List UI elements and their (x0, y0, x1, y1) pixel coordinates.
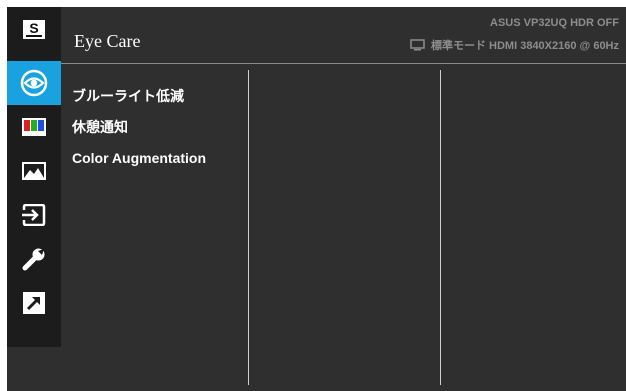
shortcut-icon (23, 292, 45, 314)
sidebar: S (7, 7, 61, 347)
sidebar-item-color[interactable] (7, 105, 61, 149)
input-icon (22, 204, 46, 226)
column-divider-1 (248, 70, 249, 385)
sidebar-item-eye-care[interactable] (7, 61, 61, 105)
column-divider-2 (440, 70, 441, 385)
header-divider (61, 63, 626, 64)
wrench-icon (22, 248, 45, 271)
image-icon (22, 162, 46, 180)
eye-icon (20, 69, 48, 97)
sidebar-spacer (7, 347, 61, 391)
menu-item-color-augmentation[interactable]: Color Augmentation (72, 143, 206, 174)
splendid-icon: S (23, 19, 45, 39)
menu-item-blue-light[interactable]: ブルーライト低減 (72, 81, 206, 112)
page-title: Eye Care (74, 31, 141, 51)
color-bars-icon (22, 118, 46, 136)
model-info: ASUS VP32UQ HDR OFF (490, 17, 619, 29)
sidebar-item-shortcut[interactable] (7, 281, 61, 325)
sidebar-item-system[interactable] (7, 237, 61, 281)
mode-info-row: 標準モード HDMI 3840X2160 @ 60Hz (410, 37, 619, 53)
monitor-icon (410, 39, 425, 51)
sidebar-item-input[interactable] (7, 193, 61, 237)
mode-info: 標準モード HDMI 3840X2160 @ 60Hz (430, 40, 619, 52)
sidebar-item-image[interactable] (7, 149, 61, 193)
eye-care-menu: ブルーライト低減 休憩通知 Color Augmentation (72, 81, 206, 174)
menu-item-rest-reminder[interactable]: 休憩通知 (72, 112, 206, 143)
sidebar-item-splendid[interactable]: S (7, 7, 61, 51)
splendid-letter: S (29, 19, 39, 36)
osd-menu: S Eye Care ASUS VP32UQ HDR OFF 標準モード HDM… (7, 7, 626, 391)
